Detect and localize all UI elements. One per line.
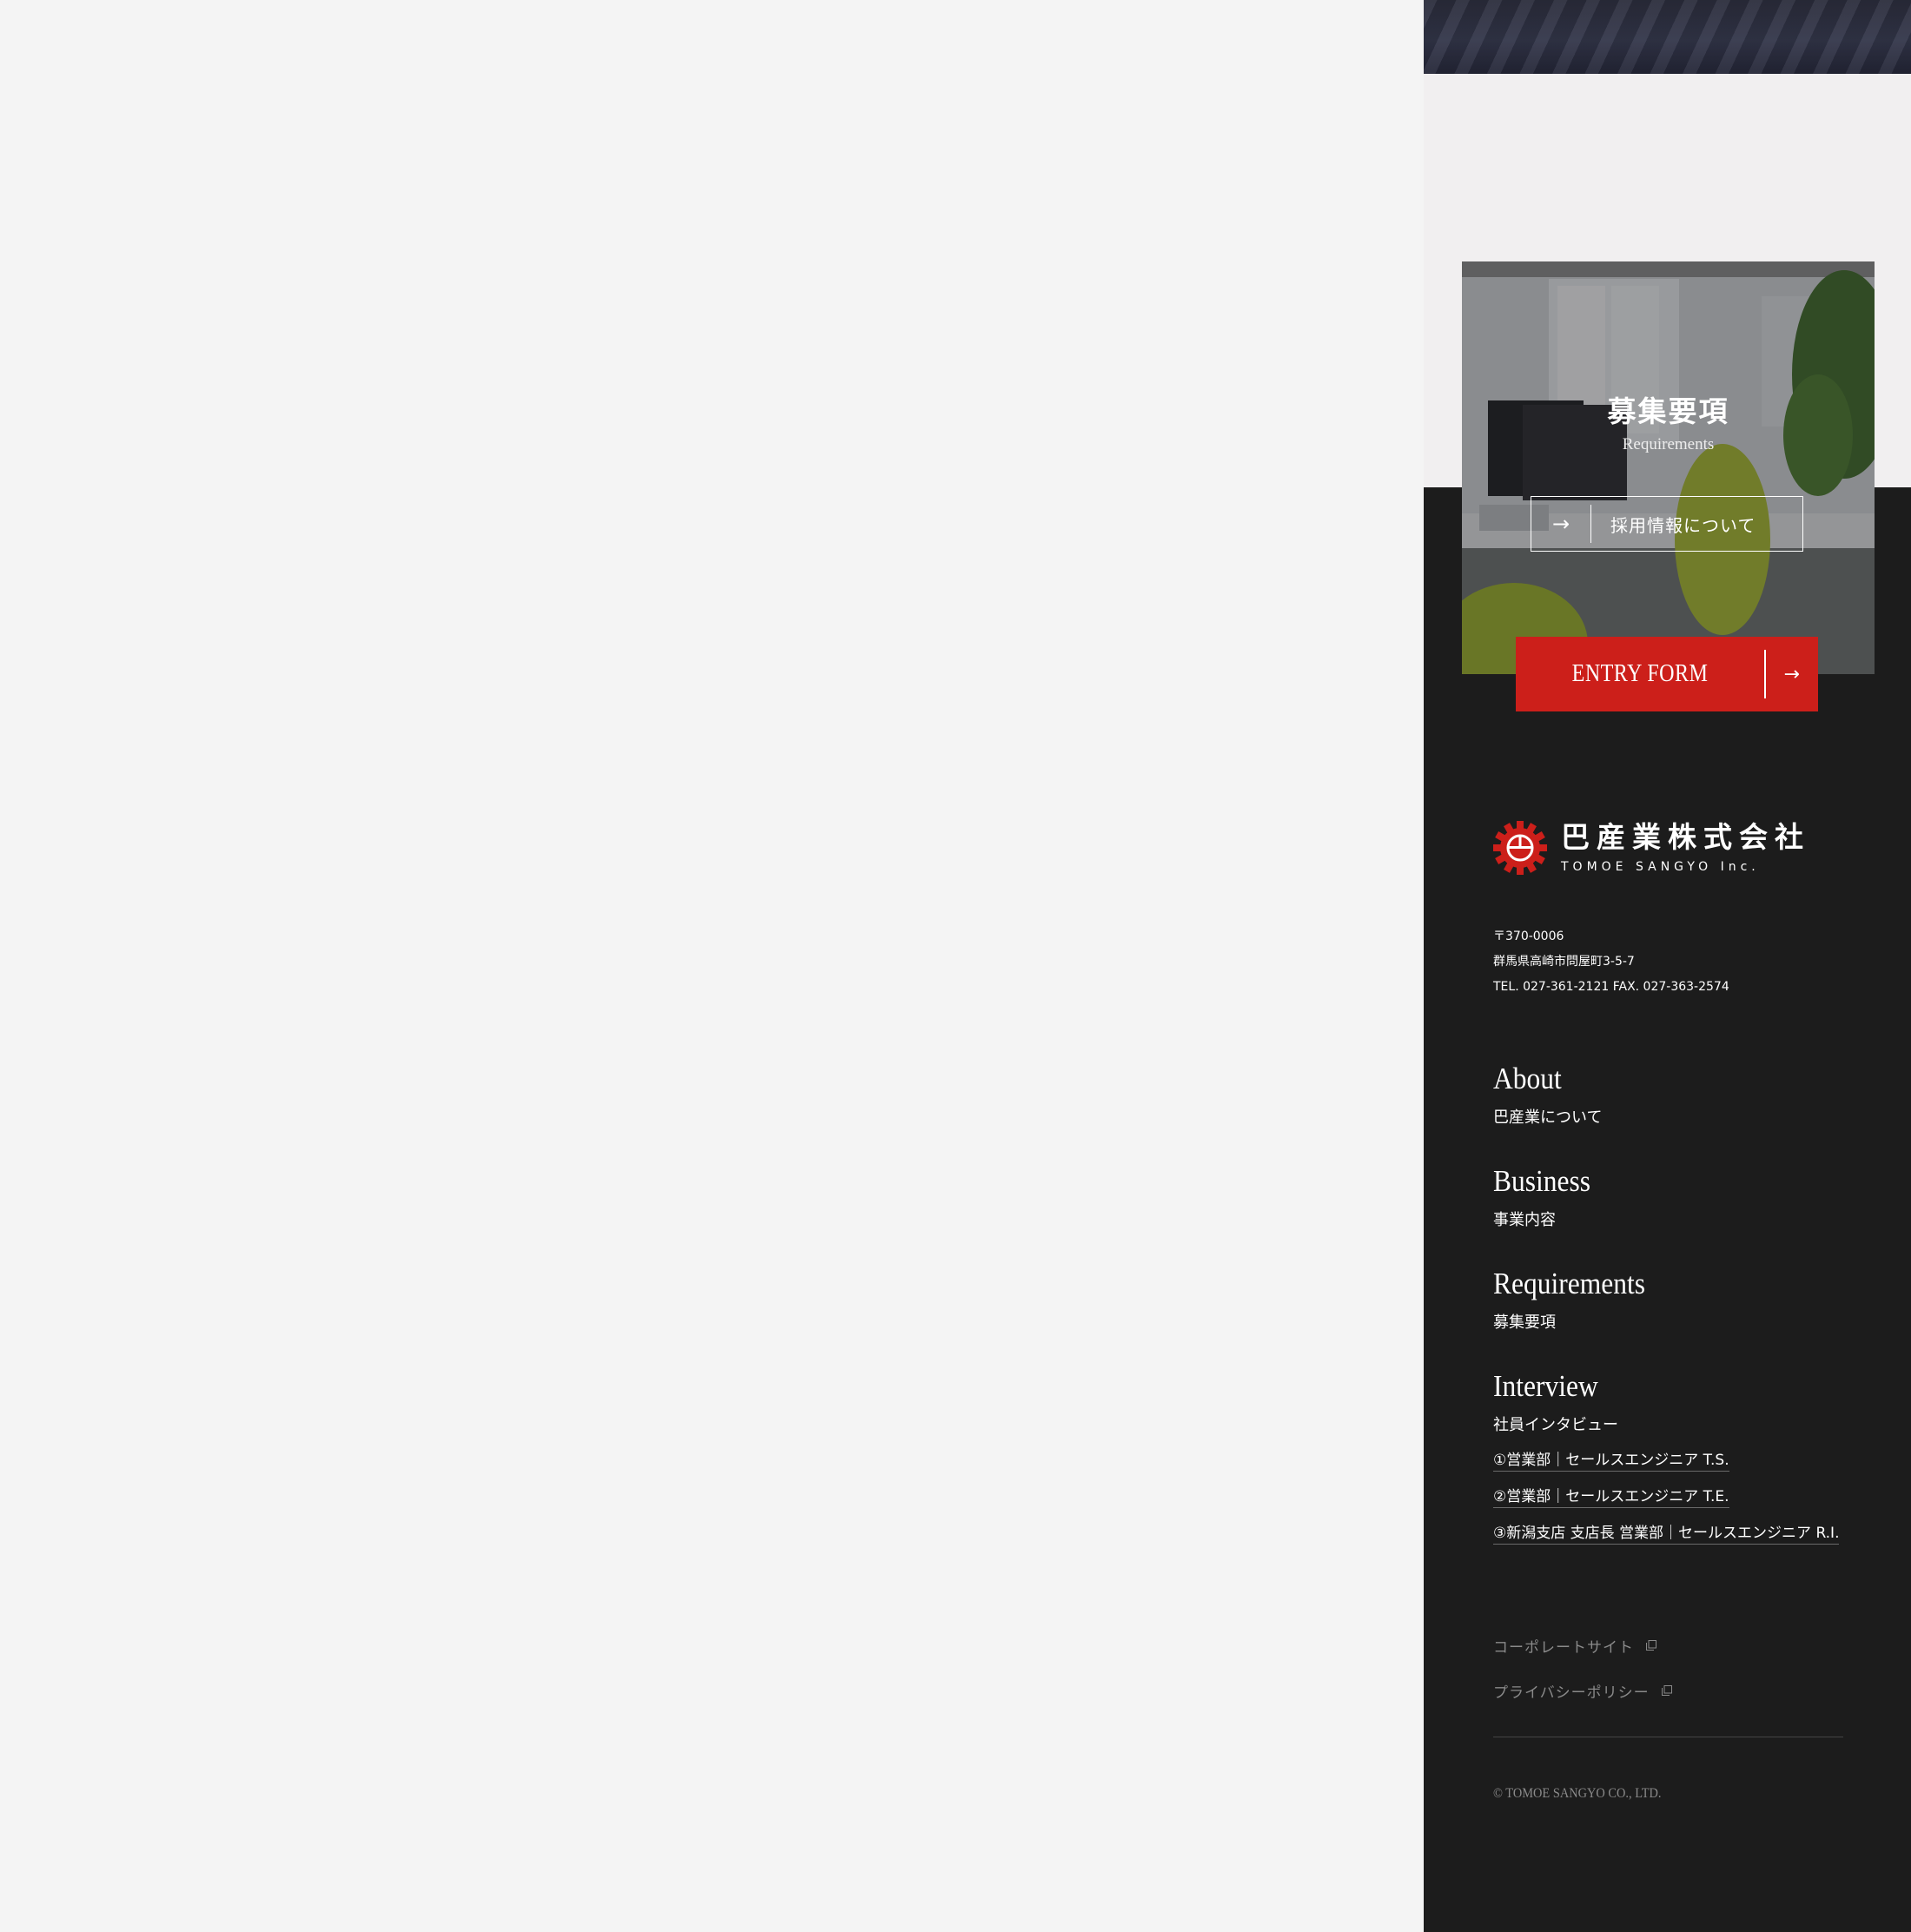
gear-logo-icon: [1493, 821, 1547, 875]
postal-code: 〒370-0006: [1493, 930, 1564, 943]
nav-interview[interactable]: Interview 社員インタビュー ①営業部｜セールスエンジニア T.S. ②…: [1493, 1367, 1849, 1545]
arrow-right-icon: →: [1551, 512, 1570, 536]
corporate-site-link[interactable]: コーポレートサイト: [1493, 1623, 1672, 1668]
blank-area: [0, 0, 1424, 1932]
nav-business-en[interactable]: Business: [1493, 1162, 1814, 1201]
phone-fax: TEL. 027-361-2121 FAX. 027-363-2574: [1493, 980, 1729, 994]
requirements-subtitle: Requirements: [1622, 435, 1715, 453]
nav-business[interactable]: Business 事業内容: [1493, 1162, 1849, 1230]
external-links: コーポレートサイト プライバシーポリシー: [1493, 1623, 1672, 1713]
corporate-site-label: コーポレートサイト: [1493, 1638, 1634, 1657]
nav-about[interactable]: About 巴産業について: [1493, 1060, 1849, 1128]
arrow-right-icon: →: [1783, 663, 1800, 685]
requirements-card[interactable]: 募集要項 Requirements → 採用情報について: [1462, 261, 1875, 674]
nav-requirements-en[interactable]: Requirements: [1493, 1265, 1814, 1303]
company-name-jp: 巴産業株式会社: [1561, 819, 1810, 854]
nav-requirements[interactable]: Requirements 募集要項: [1493, 1265, 1849, 1333]
privacy-policy-link[interactable]: プライバシーポリシー: [1493, 1668, 1672, 1713]
nav-business-jp[interactable]: 事業内容: [1493, 1208, 1849, 1230]
requirements-title: 募集要項: [1607, 394, 1729, 428]
nav-requirements-jp[interactable]: 募集要項: [1493, 1310, 1849, 1333]
photo-overlay: [1462, 261, 1875, 674]
privacy-policy-label: プライバシーポリシー: [1493, 1684, 1650, 1702]
company-name-en: TOMOE SANGYO Inc.: [1561, 859, 1760, 874]
recruit-info-button[interactable]: → 採用情報について: [1531, 496, 1803, 552]
street-address: 群馬県高崎市問屋町3-5-7: [1493, 955, 1635, 969]
copyright: © TOMOE SANGYO CO., LTD.: [1493, 1786, 1662, 1801]
footer-nav: About 巴産業について Business 事業内容 Requirements…: [1493, 1060, 1849, 1579]
entry-form-label: ENTRY FORM: [1571, 660, 1709, 687]
company-address: 〒370-0006 群馬県高崎市問屋町3-5-7 TEL. 027-361-21…: [1493, 924, 1729, 1000]
nav-interview-jp[interactable]: 社員インタビュー: [1493, 1413, 1849, 1435]
nav-about-en[interactable]: About: [1493, 1060, 1814, 1098]
external-link-icon: [1646, 1640, 1656, 1651]
entry-form-button[interactable]: ENTRY FORM →: [1516, 637, 1818, 711]
company-logo[interactable]: 巴産業株式会社 TOMOE SANGYO Inc.: [1493, 821, 1810, 875]
interview-link-3[interactable]: ③新潟支店 支店長 営業部｜セールスエンジニア R.I.: [1493, 1520, 1840, 1545]
nav-interview-en[interactable]: Interview: [1493, 1367, 1814, 1406]
recruit-info-label: 採用情報について: [1610, 514, 1756, 536]
interview-link-1[interactable]: ①営業部｜セールスエンジニア T.S.: [1493, 1447, 1729, 1472]
external-link-icon: [1661, 1685, 1672, 1696]
header-image: [1424, 0, 1911, 74]
interview-link-2[interactable]: ②営業部｜セールスエンジニア T.E.: [1493, 1484, 1729, 1508]
nav-about-jp[interactable]: 巴産業について: [1493, 1105, 1849, 1128]
side-panel: 募集要項 Requirements → 採用情報について ENTRY FORM …: [1424, 0, 1911, 1932]
